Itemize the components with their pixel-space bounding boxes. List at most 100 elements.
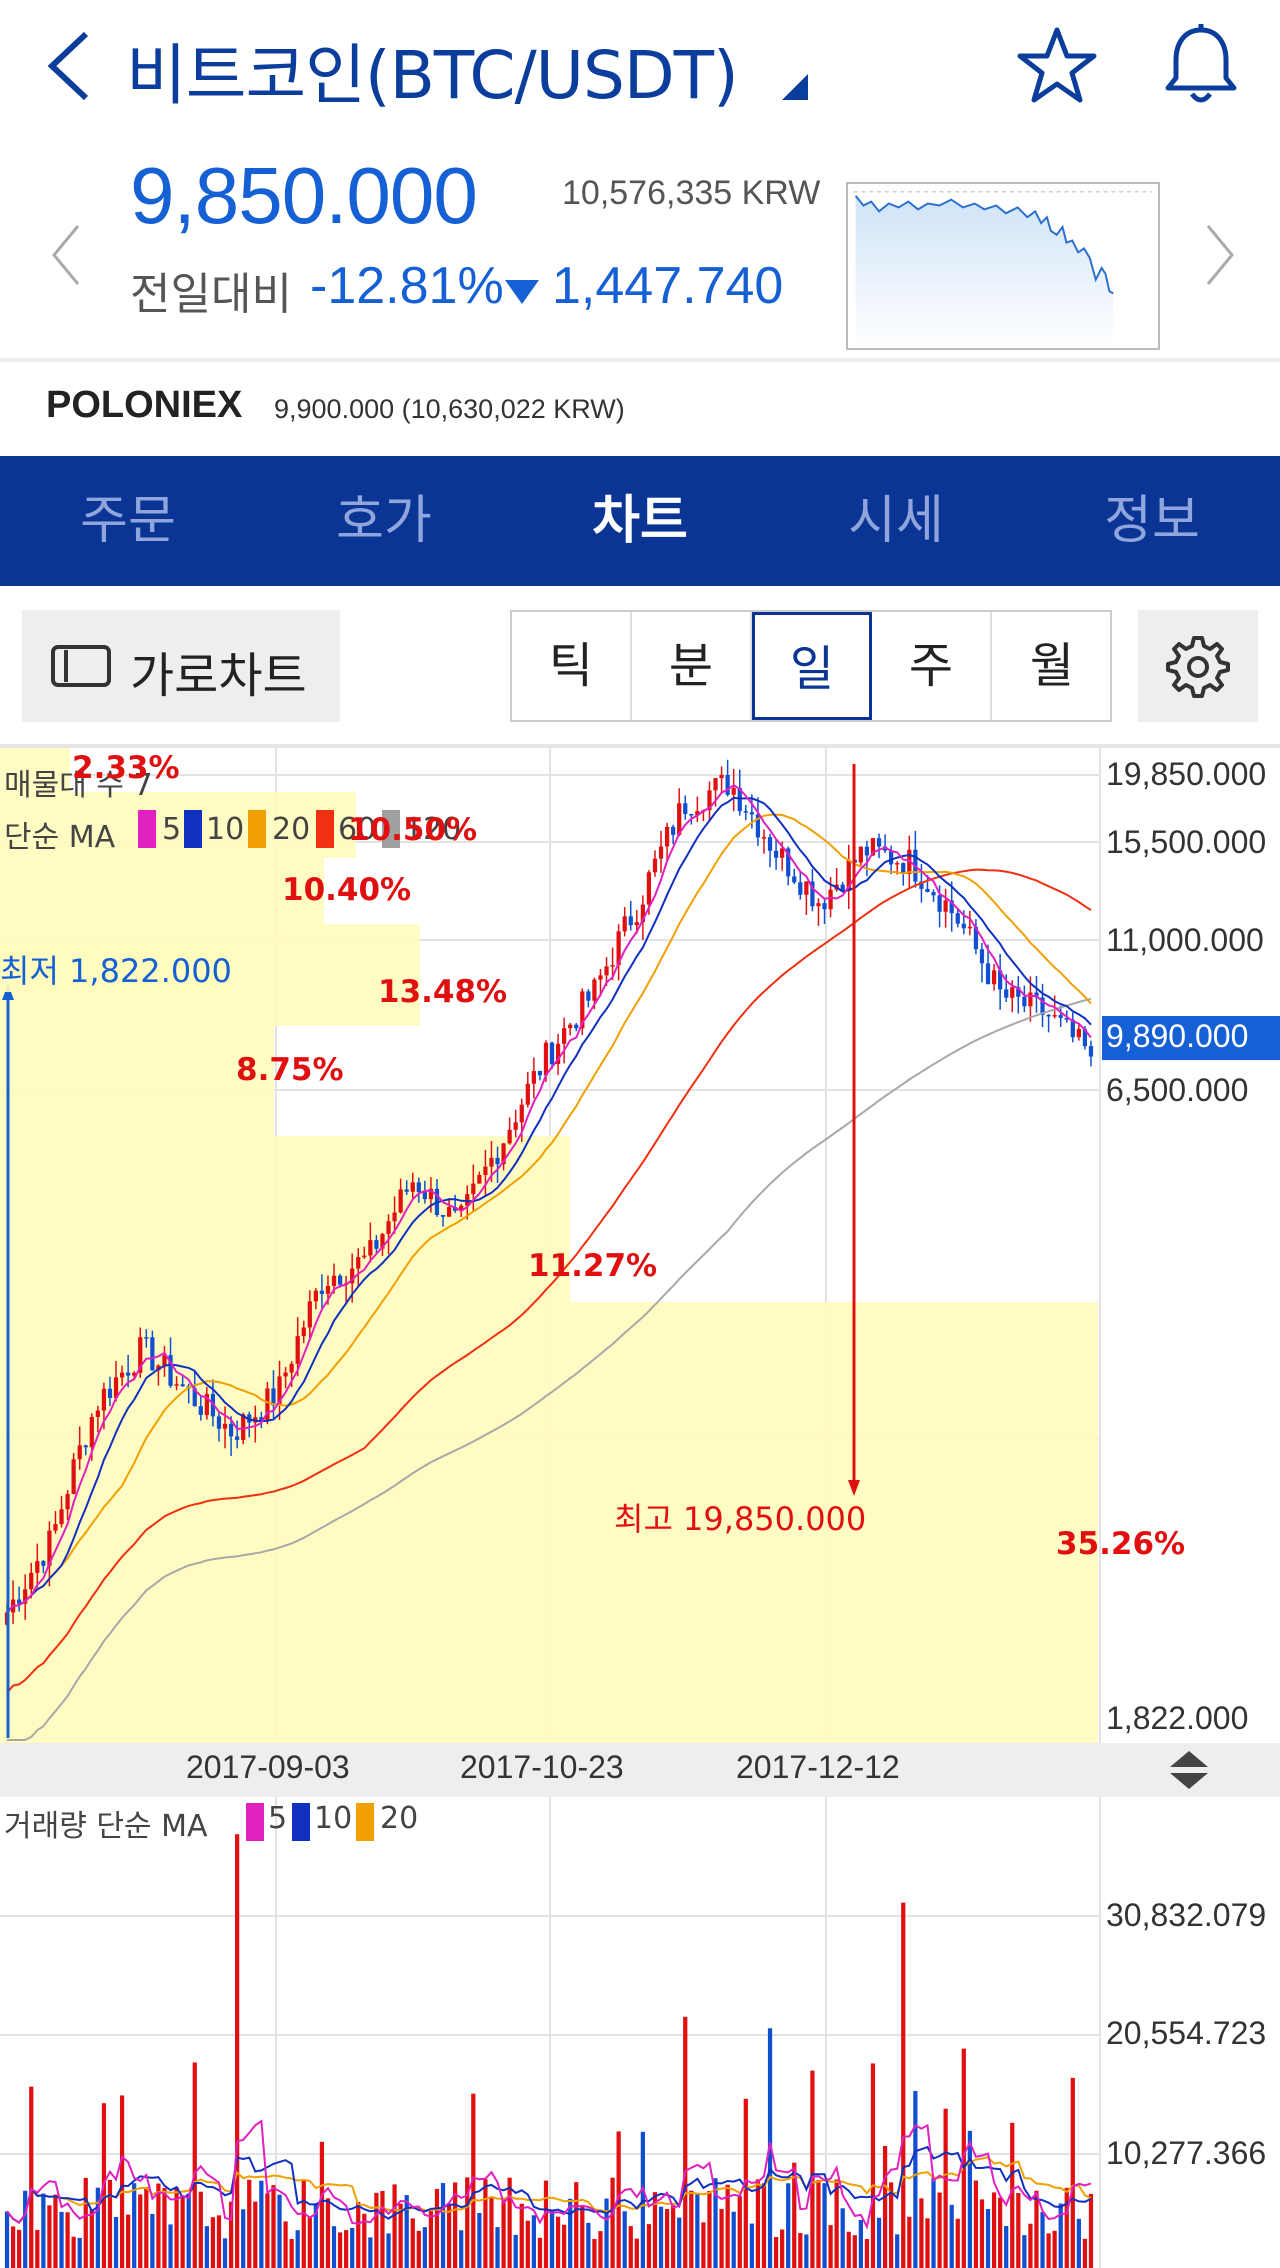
volume-bar	[598, 2231, 603, 2268]
period-month[interactable]: 월	[992, 612, 1112, 720]
candle-body	[235, 1436, 240, 1440]
landscape-label: 가로차트	[130, 648, 307, 704]
candle-body	[101, 1388, 107, 1411]
volume-bar	[804, 2234, 809, 2268]
ma20-swatch	[248, 810, 266, 848]
candle-body	[392, 1212, 397, 1222]
tab-order[interactable]: 주문	[0, 456, 256, 586]
candle-body	[398, 1189, 403, 1213]
candle-body	[943, 900, 948, 912]
volume-ma5-legend: 5	[268, 1801, 288, 1836]
volume-bar	[222, 2238, 228, 2268]
ma5-legend: 5	[162, 812, 182, 847]
chevron-left-icon[interactable]	[46, 220, 86, 290]
volume-bar	[604, 2198, 609, 2268]
volume-bar	[895, 2234, 900, 2268]
price-chart[interactable]: 매물대 수 7 단순 MA 5 10 20 60 120 2.33% 10.50…	[0, 748, 1280, 1747]
volume-bar	[23, 2190, 28, 2268]
candle-body	[1010, 987, 1015, 998]
candle-body	[356, 1257, 361, 1269]
candle-body	[150, 1337, 155, 1371]
bell-icon[interactable]	[1160, 22, 1242, 108]
price-sparkline[interactable]	[846, 182, 1160, 350]
landscape-chart-button[interactable]: 가로차트	[22, 610, 340, 722]
volume-bar	[507, 2177, 512, 2268]
volume-bar	[828, 2225, 833, 2268]
resize-handle-icon[interactable]	[1160, 1749, 1218, 1791]
volume-bar	[780, 2229, 785, 2268]
candle-body	[77, 1445, 82, 1460]
volume-bar	[701, 2222, 706, 2268]
volume-bar	[434, 2188, 440, 2268]
candle-body	[858, 846, 863, 863]
candle-body	[537, 1071, 543, 1076]
volume-bar	[501, 2198, 506, 2268]
x-axis: 2017-09-03 2017-10-23 2017-12-12	[0, 1743, 1280, 1797]
volume-bar	[41, 2193, 46, 2268]
candle-body	[222, 1423, 228, 1429]
volume-bar	[113, 2217, 119, 2268]
volume-bar	[737, 2196, 742, 2268]
volume-bar	[150, 2213, 155, 2268]
candle-body	[410, 1182, 415, 1192]
volume-chart-canvas[interactable]	[0, 1797, 1280, 2268]
volume-bar	[446, 2204, 452, 2268]
candle-body	[562, 1028, 567, 1044]
candle-body	[29, 1572, 34, 1590]
volume-bar	[628, 2226, 633, 2268]
y-tick-1: 19,850.000	[1106, 756, 1267, 792]
dropdown-caret-icon[interactable]	[780, 72, 810, 102]
candle-body	[955, 913, 960, 924]
candle-body	[622, 916, 627, 932]
price-chart-canvas[interactable]	[0, 748, 1280, 1747]
volume-bar	[483, 2179, 488, 2268]
candle-body	[325, 1285, 331, 1294]
tab-chart[interactable]: 차트	[512, 456, 768, 586]
settings-button[interactable]	[1138, 610, 1258, 722]
period-week[interactable]: 주	[872, 612, 992, 720]
volume-bar	[1034, 2190, 1039, 2268]
profile-pct-7: 35.26%	[1056, 1526, 1186, 1562]
y-tick-5: 1,822.000	[1106, 1700, 1249, 1736]
volume-bar	[876, 2217, 882, 2268]
volume-y-tick-1: 30,832.079	[1106, 1897, 1267, 1933]
volume-bar	[634, 2238, 639, 2268]
page-title[interactable]: 비트코인(BTC/USDT)	[126, 22, 739, 118]
tab-info[interactable]: 정보	[1024, 456, 1280, 586]
candle-body	[767, 837, 773, 851]
candle-body	[671, 826, 676, 835]
exchange-name: POLONIEX	[46, 384, 243, 426]
volume-bar	[368, 2237, 373, 2268]
candle-body	[289, 1363, 294, 1373]
candle-body	[198, 1406, 203, 1415]
volume-bar	[901, 1902, 906, 2268]
volume-bar	[822, 2183, 827, 2268]
candle-body	[489, 1157, 494, 1167]
volume-bar	[241, 2209, 246, 2268]
volume-y-tick-2: 20,554.723	[1106, 2015, 1267, 2051]
tab-orderbook[interactable]: 호가	[256, 456, 512, 586]
volume-chart[interactable]: 거래량 단순 MA 5 10 20 30,832.079 20,554.723 …	[0, 1797, 1280, 2268]
app-header: 비트코인(BTC/USDT)	[0, 0, 1280, 140]
ma60-swatch	[316, 810, 334, 848]
volume-bar	[138, 2194, 143, 2268]
volume-bar	[216, 2215, 222, 2268]
candle-body	[719, 774, 724, 779]
volume-bar	[816, 2180, 821, 2268]
chevron-right-icon[interactable]	[1200, 220, 1240, 290]
period-minute[interactable]: 분	[632, 612, 752, 720]
volume-bar	[107, 2179, 113, 2268]
period-day[interactable]: 일	[752, 612, 872, 720]
candle-body	[440, 1214, 446, 1217]
y-tick-4: 6,500.000	[1106, 1072, 1249, 1108]
candle-body	[83, 1445, 88, 1448]
tab-quotes[interactable]: 시세	[768, 456, 1024, 586]
volume-bar	[259, 2180, 264, 2268]
chevron-left-icon[interactable]	[40, 26, 100, 106]
candle-body	[41, 1561, 46, 1566]
period-tick[interactable]: 틱	[512, 612, 632, 720]
candle-body	[95, 1410, 100, 1418]
volume-bar	[77, 2237, 82, 2268]
profile-pct-5: 8.75%	[236, 1052, 344, 1088]
star-icon[interactable]	[1016, 24, 1098, 106]
